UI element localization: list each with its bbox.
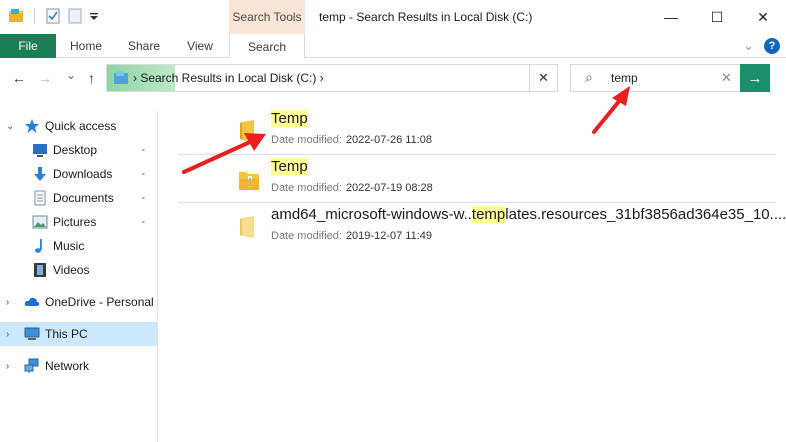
qat-customize-icon[interactable] xyxy=(89,8,105,24)
sidebar-item-music[interactable]: Music xyxy=(0,234,157,258)
maximize-button[interactable]: ☐ xyxy=(694,0,740,34)
sidebar-item-label: Desktop xyxy=(53,143,98,157)
quick-access-toolbar xyxy=(8,8,105,24)
sidebar-item-this-pc[interactable]: › This PC xyxy=(0,322,157,346)
sidebar-item-videos[interactable]: Videos xyxy=(0,258,157,282)
pictures-icon xyxy=(32,214,48,230)
result-meta: Date modified: 2019-12-07 11:49 xyxy=(271,230,432,242)
search-clear-button[interactable]: ✕ xyxy=(721,70,732,86)
search-tools-context-label: Search Tools xyxy=(229,0,305,34)
tab-share[interactable]: Share xyxy=(122,34,166,58)
search-go-button[interactable]: → xyxy=(740,64,770,92)
properties-icon[interactable] xyxy=(45,8,61,24)
network-icon xyxy=(24,358,40,374)
help-icon[interactable]: ? xyxy=(764,38,780,54)
desktop-icon xyxy=(32,142,48,158)
tab-search[interactable]: Search xyxy=(229,34,305,59)
cloud-icon xyxy=(24,294,40,310)
sidebar-item-label: Videos xyxy=(53,263,90,277)
address-path[interactable]: › Search Results in Local Disk (C:) › xyxy=(133,71,324,85)
sidebar-item-downloads[interactable]: Downloads ⬞ xyxy=(0,162,157,186)
up-button[interactable]: ↑ xyxy=(88,70,95,86)
sidebar-item-label: Downloads xyxy=(53,167,113,181)
sidebar-item-label: OneDrive - Personal xyxy=(45,295,154,309)
new-folder-icon[interactable] xyxy=(67,8,83,24)
computer-icon xyxy=(24,326,40,342)
address-bar[interactable]: › Search Results in Local Disk (C:) › ✕ xyxy=(106,64,558,92)
pin-icon: ⬞ xyxy=(142,144,145,156)
tab-file[interactable]: File xyxy=(0,34,56,58)
forward-button[interactable]: → xyxy=(38,70,52,86)
sidebar-item-label: Music xyxy=(53,239,85,253)
sidebar-item-label: This PC xyxy=(45,327,88,341)
sidebar-item-label: Documents xyxy=(53,191,114,205)
minimize-button[interactable]: — xyxy=(648,0,694,34)
download-icon xyxy=(32,166,48,182)
result-divider xyxy=(178,154,776,155)
sidebar-item-label: Pictures xyxy=(53,215,97,229)
folder-icon xyxy=(238,166,260,192)
search-results-list: Temp Date modified: 2022-07-26 11:08 Temp… xyxy=(158,98,786,442)
search-icon: ⌕ xyxy=(585,69,593,85)
navigation-bar: ← → ⌄ ↑ › Search Results in Local Disk (… xyxy=(0,58,786,98)
window-title: temp - Search Results in Local Disk (C:) xyxy=(319,10,533,24)
ribbon-tabs: File Home Share View Search ⌄ ? xyxy=(0,34,786,59)
explorer-app-icon[interactable] xyxy=(8,8,24,24)
expanded-chevron-icon[interactable]: ⌄ xyxy=(6,121,14,132)
pin-icon: ⬞ xyxy=(142,216,145,228)
recent-locations-button[interactable]: ⌄ xyxy=(66,68,76,82)
folder-icon xyxy=(238,214,260,240)
sidebar-item-onedrive[interactable]: › OneDrive - Personal xyxy=(0,290,157,314)
video-icon xyxy=(32,262,48,278)
sidebar-item-quick-access[interactable]: ⌄ Quick access xyxy=(0,114,157,138)
navigation-pane: ⌄ Quick access Desktop ⬞ Downloads ⬞ Doc… xyxy=(0,110,158,442)
sidebar-item-label: Network xyxy=(45,359,90,373)
address-clear-button[interactable]: ✕ xyxy=(529,65,557,91)
tab-home[interactable]: Home xyxy=(64,34,108,58)
ribbon-right-controls: ⌄ ? xyxy=(743,38,780,54)
tab-view[interactable]: View xyxy=(178,34,222,58)
expand-chevron-icon[interactable]: › xyxy=(6,329,9,340)
star-icon xyxy=(24,118,40,134)
search-results-folder-icon xyxy=(113,70,129,89)
expand-chevron-icon[interactable]: › xyxy=(6,297,9,308)
search-box[interactable]: ⌕ temp ✕ → xyxy=(570,64,770,92)
result-meta: Date modified: 2022-07-26 11:08 xyxy=(271,134,432,146)
pin-icon: ⬞ xyxy=(142,168,145,180)
ribbon-collapse-icon[interactable]: ⌄ xyxy=(743,38,754,54)
search-input[interactable]: temp xyxy=(611,71,638,85)
close-button[interactable]: ✕ xyxy=(740,0,786,34)
pin-icon: ⬞ xyxy=(142,192,145,204)
qat-separator xyxy=(34,8,35,24)
folder-icon xyxy=(238,118,260,144)
sidebar-item-documents[interactable]: Documents ⬞ xyxy=(0,186,157,210)
list-item[interactable]: amd64_microsoft-windows-w..templates.res… xyxy=(178,204,786,250)
list-item[interactable]: Temp Date modified: 2022-07-26 11:08 xyxy=(178,108,776,154)
result-name: Temp xyxy=(271,110,308,127)
result-divider xyxy=(178,202,776,203)
result-name: Temp xyxy=(271,158,308,175)
music-icon xyxy=(32,238,48,254)
result-name: amd64_microsoft-windows-w..templates.res… xyxy=(271,206,786,223)
result-meta: Date modified: 2022-07-19 08:28 xyxy=(271,182,433,194)
sidebar-item-network[interactable]: › Network xyxy=(0,354,157,378)
title-bar: Search Tools temp - Search Results in Lo… xyxy=(0,0,786,34)
sidebar-item-pictures[interactable]: Pictures ⬞ xyxy=(0,210,157,234)
back-button[interactable]: ← xyxy=(12,70,26,86)
sidebar-item-label: Quick access xyxy=(45,119,117,133)
list-item[interactable]: Temp Date modified: 2022-07-19 08:28 xyxy=(178,156,776,202)
expand-chevron-icon[interactable]: › xyxy=(6,361,9,372)
document-icon xyxy=(32,190,48,206)
sidebar-item-desktop[interactable]: Desktop ⬞ xyxy=(0,138,157,162)
